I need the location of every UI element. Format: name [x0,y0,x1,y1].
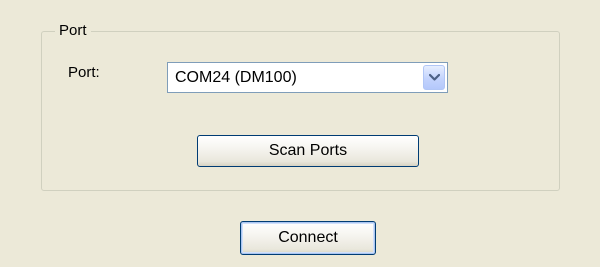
port-select[interactable]: COM24 (DM100) [167,62,448,93]
port-select-value: COM24 (DM100) [175,69,297,86]
dropdown-button[interactable] [423,65,445,90]
port-groupbox: Port Port: COM24 (DM100) Scan Ports [41,22,560,191]
port-group-title: Port [55,22,91,40]
port-label: Port: [68,64,100,81]
chevron-down-icon [428,73,440,81]
scan-ports-button[interactable]: Scan Ports [197,135,419,167]
port-dialog: Port Port: COM24 (DM100) Scan Ports Conn… [0,0,600,267]
connect-button[interactable]: Connect [240,221,376,255]
